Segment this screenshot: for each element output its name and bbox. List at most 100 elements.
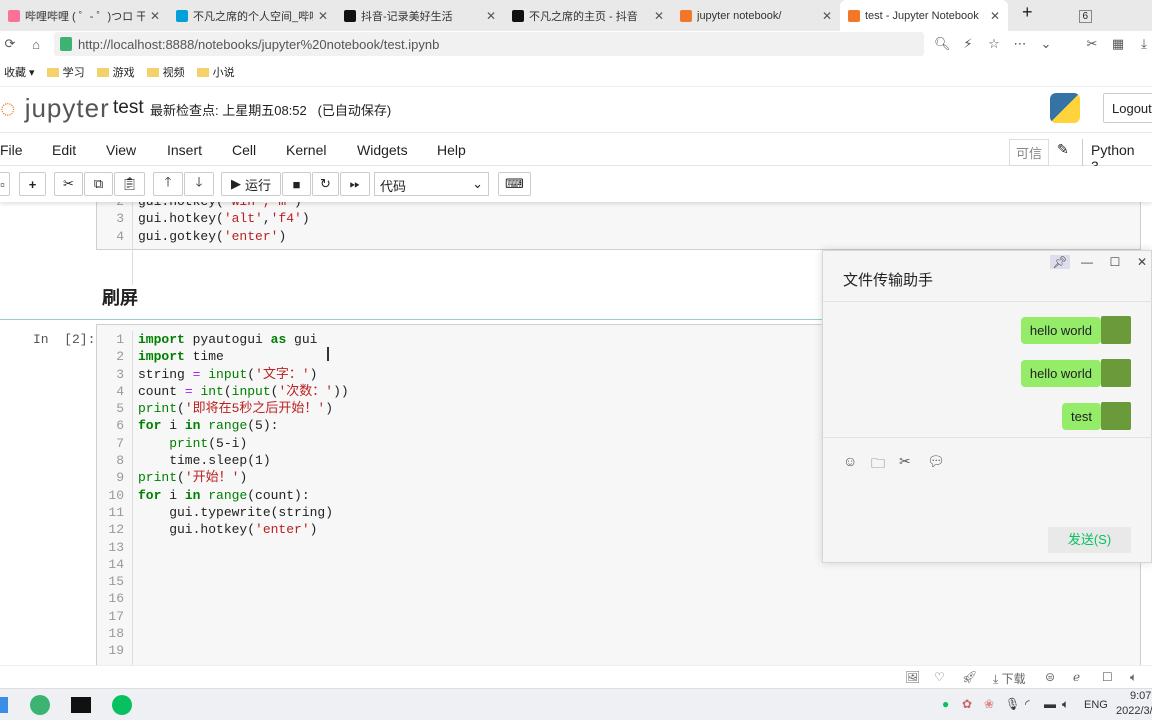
health-icon[interactable]: ♡ [934, 670, 945, 684]
clock-time[interactable]: 9:07 [1130, 690, 1151, 702]
code-line: count = int(input('次数：')) [138, 383, 349, 400]
move-up-button[interactable]: 🡑 [153, 172, 183, 196]
browser-tab[interactable]: 不凡之席的个人空间_哔哩 ✕ [168, 0, 336, 31]
menu-cell[interactable]: Cell [232, 142, 256, 158]
close-tab-icon[interactable]: ✕ [318, 9, 328, 23]
chat-history-icon[interactable]: 💬︎ [927, 453, 945, 470]
menu-widgets[interactable]: Widgets [357, 142, 408, 158]
emoji-icon[interactable]: ☺ [843, 453, 857, 469]
maximize-icon[interactable]: ☐ [1105, 255, 1125, 269]
menu-view[interactable]: View [106, 142, 136, 158]
download-icon[interactable]: ⤓ [1136, 36, 1152, 52]
app-icon[interactable] [0, 697, 8, 713]
cut-button[interactable]: ✂ [54, 172, 83, 196]
close-tab-icon[interactable]: ✕ [990, 9, 1000, 23]
pin-icon[interactable]: 📌︎ [1050, 255, 1070, 269]
avatar[interactable] [1101, 402, 1131, 430]
bookmark-item[interactable]: 视频 [146, 64, 185, 80]
bookmark-item[interactable]: 收藏 ▾ [4, 64, 35, 80]
logout-button[interactable]: Logout [1103, 93, 1152, 123]
folder-icon[interactable]: 🗀 [871, 453, 885, 477]
favicon-icon [848, 9, 860, 22]
browser-tab[interactable]: test - Jupyter Notebook ✕ [840, 0, 1008, 31]
chat-message-bubble[interactable]: hello world [1020, 317, 1107, 344]
code-cell[interactable]: 234gui.hotkey('win','m')gui.hotkey('alt'… [96, 202, 1141, 285]
code-editor[interactable]: gui.hotkey('win','m')gui.hotkey('alt','f… [138, 202, 310, 245]
ie-icon[interactable]: ℯ [1073, 670, 1080, 684]
avatar[interactable] [1101, 316, 1131, 344]
cell-type-select[interactable]: 代码 ⌄ [374, 172, 489, 196]
copy-button[interactable]: ⧉ [84, 172, 113, 196]
lightning-icon[interactable]: ⚡︎ [960, 36, 976, 52]
restart-run-all-button[interactable]: ⏩︎ [340, 172, 370, 196]
incognito-icon[interactable]: ⊜ [1045, 670, 1055, 684]
new-tab-button[interactable]: + [1008, 2, 1047, 31]
browser-tab[interactable]: 不凡之席的主页 - 抖音 ✕ [504, 0, 672, 31]
clock-date[interactable]: 2022/3/ [1116, 705, 1152, 717]
browser-tab[interactable]: 哔哩哔哩 ( ゜- ゜)つロ 干杯 ✕ [0, 0, 168, 31]
windows-taskbar: ● ✿ ❀ 🎙︎ ◜ ▬ 🔈︎ ENG 9:07 2022/3/ [0, 688, 1152, 720]
wechat-tray-icon[interactable]: ● [942, 697, 949, 711]
chat-message-bubble[interactable]: hello world [1020, 360, 1107, 387]
terminal-taskbar-icon[interactable] [71, 697, 91, 713]
insert-cell-button[interactable]: + [19, 172, 46, 196]
volume-icon[interactable]: 🔈︎ [1130, 670, 1137, 685]
close-tab-icon[interactable]: ✕ [822, 9, 832, 23]
image-icon[interactable]: 🖼︎ [905, 670, 920, 684]
send-button[interactable]: 发送(S) [1048, 527, 1131, 553]
more-icon[interactable]: ⋯ [1012, 36, 1028, 52]
save-button[interactable]: ▫ [0, 172, 10, 196]
run-button[interactable]: ▶ 运行 [221, 172, 281, 196]
volume-icon[interactable]: 🔈︎ [1062, 697, 1069, 712]
menu-file[interactable]: File [0, 142, 23, 158]
browser-taskbar-icon[interactable] [30, 695, 50, 715]
chevron-down-icon[interactable]: ⌄ [1038, 36, 1054, 52]
screenshot-icon[interactable]: ✂ [899, 453, 911, 470]
trusted-badge[interactable]: 可信 [1009, 139, 1050, 166]
browser-tab[interactable]: jupyter notebook/ ✕ [672, 0, 840, 31]
notebook-name[interactable]: test [113, 97, 144, 119]
language-indicator[interactable]: ENG [1084, 699, 1108, 711]
microphone-icon[interactable]: 🎙︎ [1005, 697, 1020, 711]
search-icon[interactable]: 🔍︎ [934, 36, 951, 52]
tray-icon[interactable]: ✿ [962, 697, 972, 711]
menu-insert[interactable]: Insert [167, 142, 202, 158]
home-icon[interactable]: ⌂ [28, 37, 44, 52]
move-down-button[interactable]: 🡓 [184, 172, 214, 196]
browser-tab[interactable]: 抖音-记录美好生活 ✕ [336, 0, 504, 31]
pencil-icon[interactable]: ✎ [1057, 141, 1069, 158]
code-editor[interactable]: import pyautogui as gui import time string… [138, 331, 349, 539]
avatar[interactable] [1101, 359, 1131, 387]
bookmark-item[interactable]: 学习 [46, 64, 85, 80]
url-field[interactable]: http://localhost:8888/notebooks/jupyter%… [54, 32, 924, 56]
chat-message-bubble[interactable]: test [1062, 403, 1106, 430]
menu-help[interactable]: Help [437, 142, 466, 158]
close-tab-icon[interactable]: ✕ [486, 9, 496, 23]
menu-kernel[interactable]: Kernel [286, 142, 326, 158]
bookmark-item[interactable]: 小说 [196, 64, 235, 80]
bookmark-item[interactable]: 游戏 [96, 64, 135, 80]
rocket-icon[interactable]: 🚀︎ [962, 670, 977, 684]
battery-icon[interactable]: ▬ [1044, 697, 1056, 711]
jupyter-logo[interactable]: ◌ jupyter [0, 93, 110, 124]
wifi-icon[interactable]: ◜ [1025, 697, 1030, 711]
tray-icon[interactable]: ❀ [984, 697, 994, 711]
close-tab-icon[interactable]: ✕ [654, 9, 664, 23]
interrupt-button[interactable]: ■ [282, 172, 311, 196]
minimize-icon[interactable]: — [1077, 255, 1097, 269]
close-tab-icon[interactable]: ✕ [150, 9, 160, 23]
restart-button[interactable]: ↻ [312, 172, 339, 196]
keyboard-shortcuts-button[interactable]: ⌨ [498, 172, 531, 196]
refresh-icon[interactable]: ⟳ [2, 36, 18, 52]
close-icon[interactable]: ✕ [1132, 255, 1152, 269]
window-icon[interactable]: ☐ [1102, 670, 1113, 684]
tab-count-badge[interactable]: 6 [1078, 10, 1093, 23]
code-token: in [184, 487, 201, 503]
scissors-icon[interactable]: ✂ [1084, 36, 1100, 52]
paste-button[interactable]: 📋︎ [114, 172, 145, 196]
star-icon[interactable]: ☆ [986, 36, 1002, 52]
download-manager[interactable]: ⤓ 下载 [993, 670, 1026, 687]
extensions-icon[interactable]: ▦ [1110, 36, 1126, 52]
wechat-taskbar-icon[interactable] [112, 695, 132, 715]
menu-edit[interactable]: Edit [52, 142, 76, 158]
